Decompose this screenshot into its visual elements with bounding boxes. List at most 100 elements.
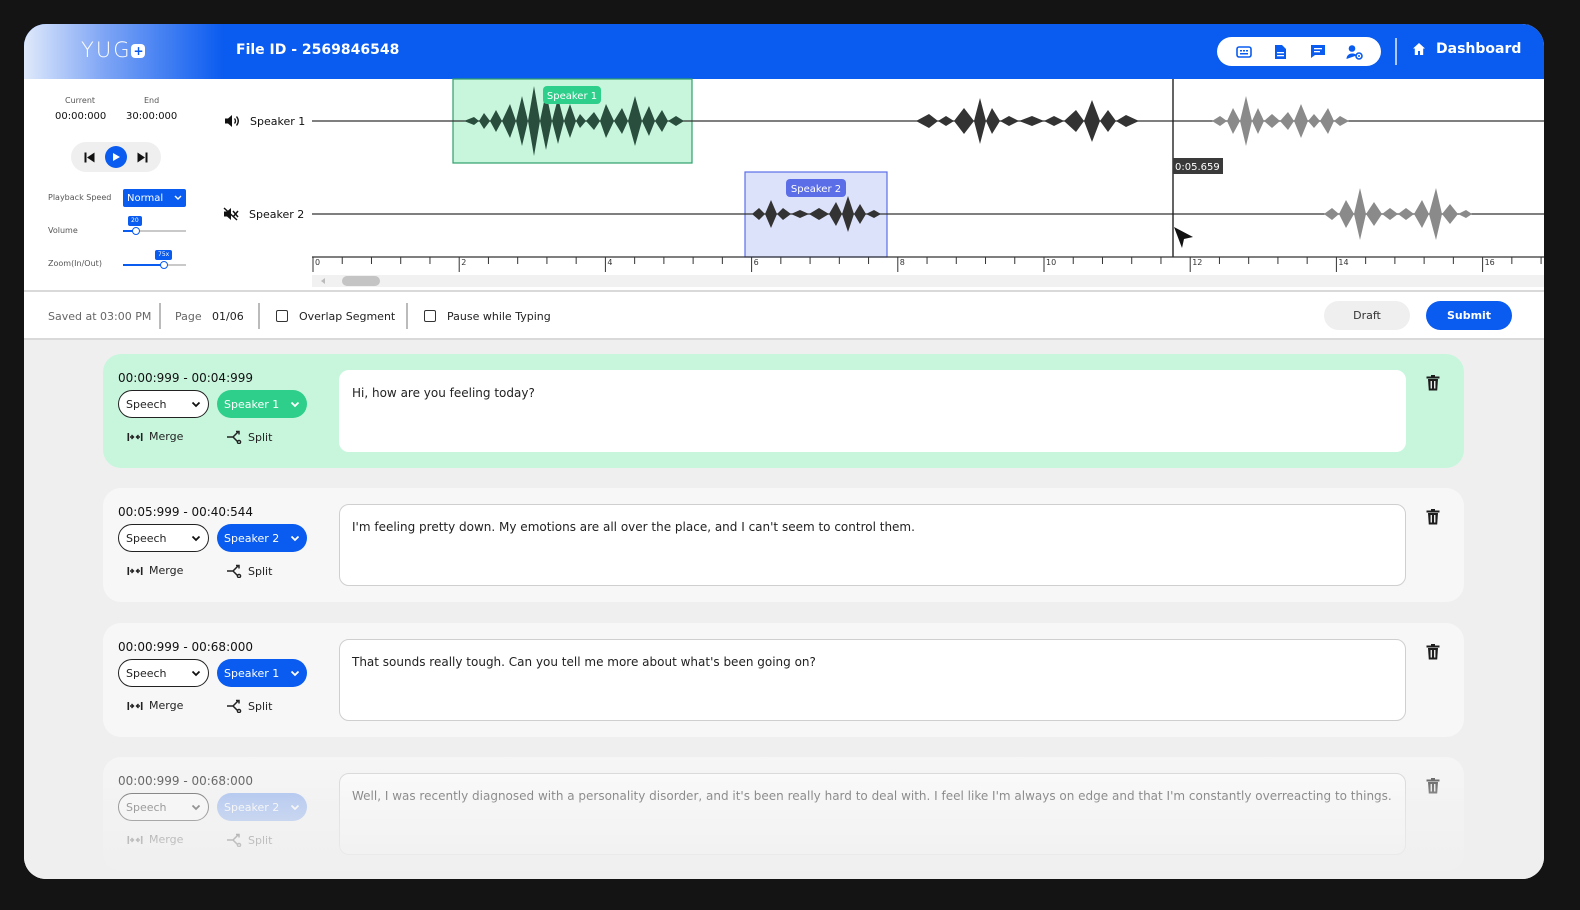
segment-type-value: Speech [126, 800, 167, 814]
speaker-2-region-label: Speaker 2 [791, 184, 841, 195]
segment-speaker-select[interactable]: Speaker 2 [217, 524, 307, 552]
merge-icon [127, 701, 143, 710]
segment-type-value: Speech [126, 531, 167, 545]
split-label: Split [248, 699, 273, 713]
speaker-2-waveform-2 [1324, 188, 1472, 240]
speaker-1-waveform-2 [916, 98, 1139, 144]
pause-while-typing-label[interactable]: Pause while Typing [447, 310, 551, 323]
tick-label: 0 [315, 258, 320, 267]
segment-speaker-select[interactable]: Speaker 1 [217, 659, 307, 687]
split-label: Split [248, 430, 273, 444]
segment-speaker-select[interactable]: Speaker 2 [217, 793, 307, 821]
segment-speaker-select[interactable]: Speaker 1 [217, 390, 307, 418]
merge-button[interactable]: Merge [127, 699, 183, 712]
segment-time-range: 00:00:999 - 00:68:000 [118, 640, 254, 654]
trash-icon[interactable] [1426, 644, 1442, 660]
saved-status: Saved at 03:00 PM [48, 310, 152, 323]
tick-label: 14 [1338, 258, 1348, 267]
tick-label: 12 [1192, 258, 1202, 267]
tick-label: 10 [1046, 258, 1056, 267]
chevron-down-icon [191, 401, 201, 407]
trash-icon[interactable] [1426, 509, 1442, 525]
chevron-down-icon [290, 535, 300, 541]
split-icon [227, 564, 242, 578]
split-button[interactable]: Split [226, 699, 272, 713]
toolbar-divider [159, 303, 161, 329]
timeline-ticks [312, 257, 1542, 272]
mouse-cursor-icon [1174, 227, 1193, 248]
segment-speaker-value: Speaker 1 [224, 397, 280, 411]
tick-label: 2 [461, 258, 466, 267]
segment-type-select[interactable]: Speech [118, 390, 209, 418]
trash-icon[interactable] [1426, 778, 1442, 794]
toolbar-divider [258, 303, 260, 329]
draft-button[interactable]: Draft [1324, 301, 1410, 330]
segment-type-value: Speech [126, 666, 167, 680]
tick-label: 4 [607, 258, 612, 267]
chevron-down-icon [191, 535, 201, 541]
split-icon [227, 430, 242, 444]
page-label: Page [175, 310, 202, 323]
pause-while-typing-checkbox[interactable] [424, 310, 436, 322]
split-button[interactable]: Split [226, 833, 272, 847]
trash-icon[interactable] [1426, 375, 1442, 391]
segment-time-range: 00:00:999 - 00:68:000 [118, 774, 254, 788]
segment-type-select[interactable]: Speech [118, 793, 209, 821]
chevron-down-icon [191, 670, 201, 676]
segment-card: 00:05:999 - 00:40:544 Speech Speaker 2 M… [103, 488, 1464, 602]
segment-speaker-value: Speaker 1 [224, 666, 280, 680]
merge-button[interactable]: Merge [127, 833, 183, 846]
timeline-tick-labels: 0 2 4 6 8 10 12 14 16 [315, 258, 1495, 267]
split-label: Split [248, 833, 273, 847]
tick-label: 16 [1485, 258, 1495, 267]
tick-label: 6 [754, 258, 759, 267]
split-icon [227, 833, 242, 847]
timeline-scrollbar-thumb[interactable] [342, 276, 380, 286]
waveform-canvas[interactable]: Speaker 1 Speaker 2 0:05.659 0 2 4 6 8 10 12 14… [24, 24, 1544, 290]
split-button[interactable]: Split [226, 430, 272, 444]
merge-label: Merge [149, 564, 184, 577]
merge-label: Merge [149, 699, 184, 712]
timeline-scrollbar-track[interactable] [312, 275, 1544, 287]
merge-icon [127, 835, 143, 844]
merge-icon [127, 566, 143, 575]
merge-label: Merge [149, 430, 184, 443]
segment-type-select[interactable]: Speech [118, 659, 209, 687]
split-button[interactable]: Split [226, 564, 272, 578]
merge-icon [127, 432, 143, 441]
speaker-1-waveform-3 [1212, 96, 1349, 146]
merge-button[interactable]: Merge [127, 564, 183, 577]
chevron-down-icon [290, 670, 300, 676]
segment-transcript-input[interactable]: Hi, how are you feeling today? [339, 370, 1406, 452]
segment-time-range: 00:00:999 - 00:04:999 [118, 371, 254, 385]
split-icon [227, 699, 242, 713]
speaker-1-region-label: Speaker 1 [547, 91, 597, 102]
segment-card: 00:00:999 - 00:68:000 Speech Speaker 1 M… [103, 623, 1464, 737]
segment-transcript-input[interactable]: I'm feeling pretty down. My emotions are… [339, 504, 1406, 586]
segment-card: 00:00:999 - 00:04:999 Speech Speaker 1 M… [103, 354, 1464, 468]
playhead-time: 0:05.659 [1175, 162, 1220, 173]
toolbar-divider [406, 303, 408, 329]
segment-type-value: Speech [126, 397, 167, 411]
segment-time-range: 00:05:999 - 00:40:544 [118, 505, 254, 519]
overlap-segment-checkbox[interactable] [276, 310, 288, 322]
segment-transcript-input[interactable]: Well, I was recently diagnosed with a pe… [339, 773, 1406, 855]
merge-label: Merge [149, 833, 184, 846]
chevron-down-icon [290, 804, 300, 810]
segment-transcript-input[interactable]: That sounds really tough. Can you tell m… [339, 639, 1406, 721]
segment-speaker-value: Speaker 2 [224, 800, 280, 814]
page-value: 01/06 [212, 310, 244, 323]
segment-list: 00:00:999 - 00:04:999 Speech Speaker 1 M… [24, 340, 1544, 879]
submit-button[interactable]: Submit [1426, 301, 1512, 330]
segment-card: 00:00:999 - 00:68:000 Speech Speaker 2 M… [103, 757, 1464, 871]
split-label: Split [248, 564, 273, 578]
chevron-down-icon [290, 401, 300, 407]
overlap-segment-label[interactable]: Overlap Segment [299, 310, 395, 323]
tick-label: 8 [900, 258, 905, 267]
chevron-down-icon [191, 804, 201, 810]
segment-speaker-value: Speaker 2 [224, 531, 280, 545]
merge-button[interactable]: Merge [127, 430, 183, 443]
segment-type-select[interactable]: Speech [118, 524, 209, 552]
editor-toolbar: Saved at 03:00 PM Page 01/06 Overlap Seg… [24, 290, 1544, 340]
app-window: YUG + File ID - 2569846548 Dashboard Curr… [24, 24, 1544, 879]
